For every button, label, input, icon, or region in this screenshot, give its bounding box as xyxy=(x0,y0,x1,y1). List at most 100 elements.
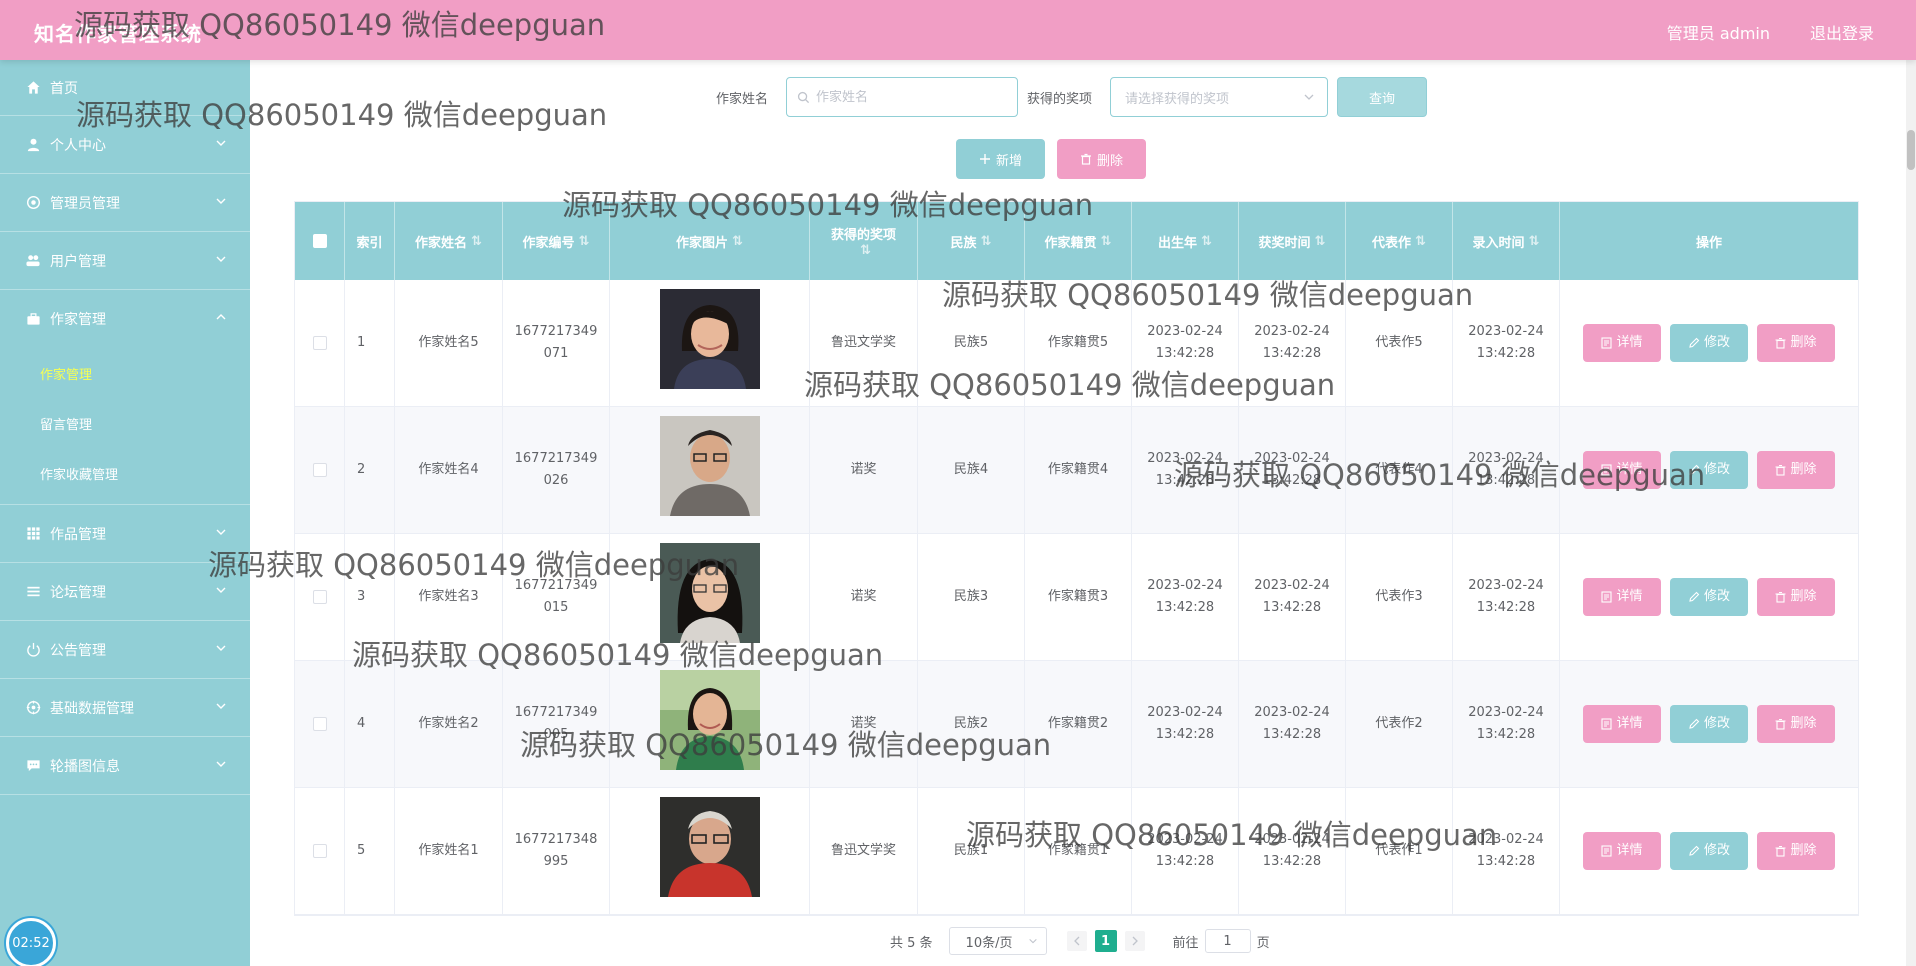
sidebar: 首页 个人中心 管理员管理 用户管理 作家管理 作家管理 留言管理 作家收藏管理 xyxy=(0,60,250,966)
delete-button[interactable]: 删除 xyxy=(1757,832,1835,870)
list-icon xyxy=(24,583,42,601)
time-line: 13:42:28 xyxy=(1262,727,1322,742)
time-line: 13:42:28 xyxy=(1155,727,1215,742)
add-button[interactable]: 新增 xyxy=(956,139,1045,179)
sidebar-item-writers[interactable]: 作家管理 xyxy=(0,290,250,348)
page-number-current[interactable]: 1 xyxy=(1094,930,1117,952)
header-cell[interactable]: 获奖时间 ⇅ xyxy=(1239,202,1346,280)
header-cell[interactable]: 出生年 ⇅ xyxy=(1132,202,1239,280)
header-label: 录入时间 xyxy=(1472,235,1525,251)
writer-name-search[interactable] xyxy=(786,77,1018,117)
submenu-item-messages[interactable]: 留言管理 xyxy=(0,398,250,448)
sidebar-item-works[interactable]: 作品管理 xyxy=(0,505,250,563)
detail-button[interactable]: 详情 xyxy=(1583,578,1661,616)
sidebar-item-label: 首页 xyxy=(50,80,78,97)
writer-photo[interactable] xyxy=(659,289,760,397)
header-cell[interactable]: 录入时间 ⇅ xyxy=(1453,202,1560,280)
time-line: 13:42:28 xyxy=(1476,727,1536,742)
award-cell: 鲁迅文学奖 xyxy=(810,788,918,914)
header-cell[interactable]: 作家籍贯 ⇅ xyxy=(1025,202,1132,280)
row-select-cell[interactable] xyxy=(295,661,345,787)
goto-page-input[interactable] xyxy=(1204,929,1251,953)
header-cell[interactable]: 作家姓名 ⇅ xyxy=(395,202,503,280)
writer-code-line: 1677217349 xyxy=(514,578,598,593)
delete-button[interactable]: 删除 xyxy=(1757,578,1835,616)
index-cell: 1 xyxy=(345,280,395,406)
writer-name-label: 作家姓名 xyxy=(716,92,769,107)
chevron-down-icon xyxy=(1304,94,1314,100)
row-checkbox[interactable] xyxy=(312,844,327,858)
header-cell[interactable]: 索引 xyxy=(345,202,395,280)
row-select-cell[interactable] xyxy=(295,280,345,406)
representative-work-cell: 代表作1 xyxy=(1346,788,1453,914)
prev-page-button[interactable] xyxy=(1066,931,1087,951)
ethnicity-cell: 民族3 xyxy=(918,534,1025,660)
logout-link[interactable]: 退出登录 xyxy=(1810,20,1874,44)
edit-button[interactable]: 修改 xyxy=(1670,705,1748,743)
detail-button[interactable]: 详情 xyxy=(1583,451,1661,489)
user-icon xyxy=(24,136,42,154)
detail-button[interactable]: 详情 xyxy=(1583,324,1661,362)
representative-work-cell: 代表作5 xyxy=(1346,280,1453,406)
page-scrollbar[interactable] xyxy=(1906,60,1916,966)
next-page-button[interactable] xyxy=(1124,931,1145,951)
row-checkbox[interactable] xyxy=(312,717,327,731)
edit-button[interactable]: 修改 xyxy=(1670,324,1748,362)
time-line: 13:42:28 xyxy=(1155,346,1215,361)
header-cell[interactable]: 作家图片 ⇅ xyxy=(610,202,810,280)
writer-name-input[interactable] xyxy=(816,89,1006,105)
current-user-label: 管理员 admin xyxy=(1666,24,1770,43)
detail-button[interactable]: 详情 xyxy=(1583,832,1661,870)
sidebar-item-label: 轮播图信息 xyxy=(50,758,120,775)
header-select-all[interactable] xyxy=(295,202,345,280)
ethnicity-cell: 民族2 xyxy=(918,661,1025,787)
delete-button[interactable]: 删除 xyxy=(1757,324,1835,362)
edit-button[interactable]: 修改 xyxy=(1670,578,1748,616)
sidebar-item-admin[interactable]: 管理员管理 xyxy=(0,174,250,232)
delete-button[interactable]: 删除 xyxy=(1757,451,1835,489)
writer-photo[interactable] xyxy=(659,416,760,524)
chevron-down-icon xyxy=(1028,938,1037,944)
row-select-cell[interactable] xyxy=(295,788,345,914)
page-size-select[interactable]: 10条/页 xyxy=(948,927,1047,955)
award-select[interactable]: 请选择获得的奖项 xyxy=(1110,77,1328,117)
edit-label: 修改 xyxy=(1703,335,1730,350)
birth-year-cell: 2023-02-24 13:42:28 xyxy=(1132,280,1239,406)
clock-widget[interactable]: 02:52 xyxy=(6,918,56,966)
row-checkbox[interactable] xyxy=(312,590,327,604)
header-cell[interactable]: 代表作 ⇅ xyxy=(1346,202,1453,280)
writer-photo[interactable] xyxy=(659,670,760,778)
row-checkbox[interactable] xyxy=(312,463,327,477)
edit-button[interactable]: 修改 xyxy=(1670,451,1748,489)
delete-button[interactable]: 删除 xyxy=(1757,705,1835,743)
header-cell[interactable]: 获得的奖项 ⇅ xyxy=(810,202,918,280)
sidebar-item-forum[interactable]: 论坛管理 xyxy=(0,563,250,621)
scrollbar-thumb[interactable] xyxy=(1907,130,1915,170)
writer-photo[interactable] xyxy=(659,797,760,905)
sidebar-item-base-data[interactable]: 基础数据管理 xyxy=(0,679,250,737)
row-select-cell[interactable] xyxy=(295,407,345,533)
sidebar-item-carousel[interactable]: 轮播图信息 xyxy=(0,737,250,795)
date-line: 2023-02-24 xyxy=(1468,832,1544,847)
bulk-delete-button[interactable]: 删除 xyxy=(1057,139,1146,179)
detail-button[interactable]: 详情 xyxy=(1583,705,1661,743)
award-time-cell: 2023-02-24 13:42:28 xyxy=(1239,788,1346,914)
sidebar-item-users[interactable]: 用户管理 xyxy=(0,232,250,290)
writer-photo[interactable] xyxy=(659,543,760,651)
sidebar-item-profile[interactable]: 个人中心 xyxy=(0,116,250,174)
sidebar-item-notices[interactable]: 公告管理 xyxy=(0,621,250,679)
header-cell[interactable]: 民族 ⇅ xyxy=(918,202,1025,280)
submenu-item-writer-favorites[interactable]: 作家收藏管理 xyxy=(0,448,250,498)
select-all-checkbox[interactable] xyxy=(312,234,327,248)
submenu-item-writer-management[interactable]: 作家管理 xyxy=(0,348,250,398)
index-cell: 4 xyxy=(345,661,395,787)
query-button[interactable]: 查询 xyxy=(1337,77,1427,117)
row-checkbox[interactable] xyxy=(312,336,327,350)
actions-cell: 详情 修改 删除 xyxy=(1560,661,1858,787)
edit-label: 修改 xyxy=(1703,716,1730,731)
header-cell[interactable]: 作家编号 ⇅ xyxy=(503,202,610,280)
top-header: 知名作家管理系统 管理员 admin 退出登录 xyxy=(0,0,1916,60)
sidebar-item-home[interactable]: 首页 xyxy=(0,60,250,116)
edit-button[interactable]: 修改 xyxy=(1670,832,1748,870)
row-select-cell[interactable] xyxy=(295,534,345,660)
